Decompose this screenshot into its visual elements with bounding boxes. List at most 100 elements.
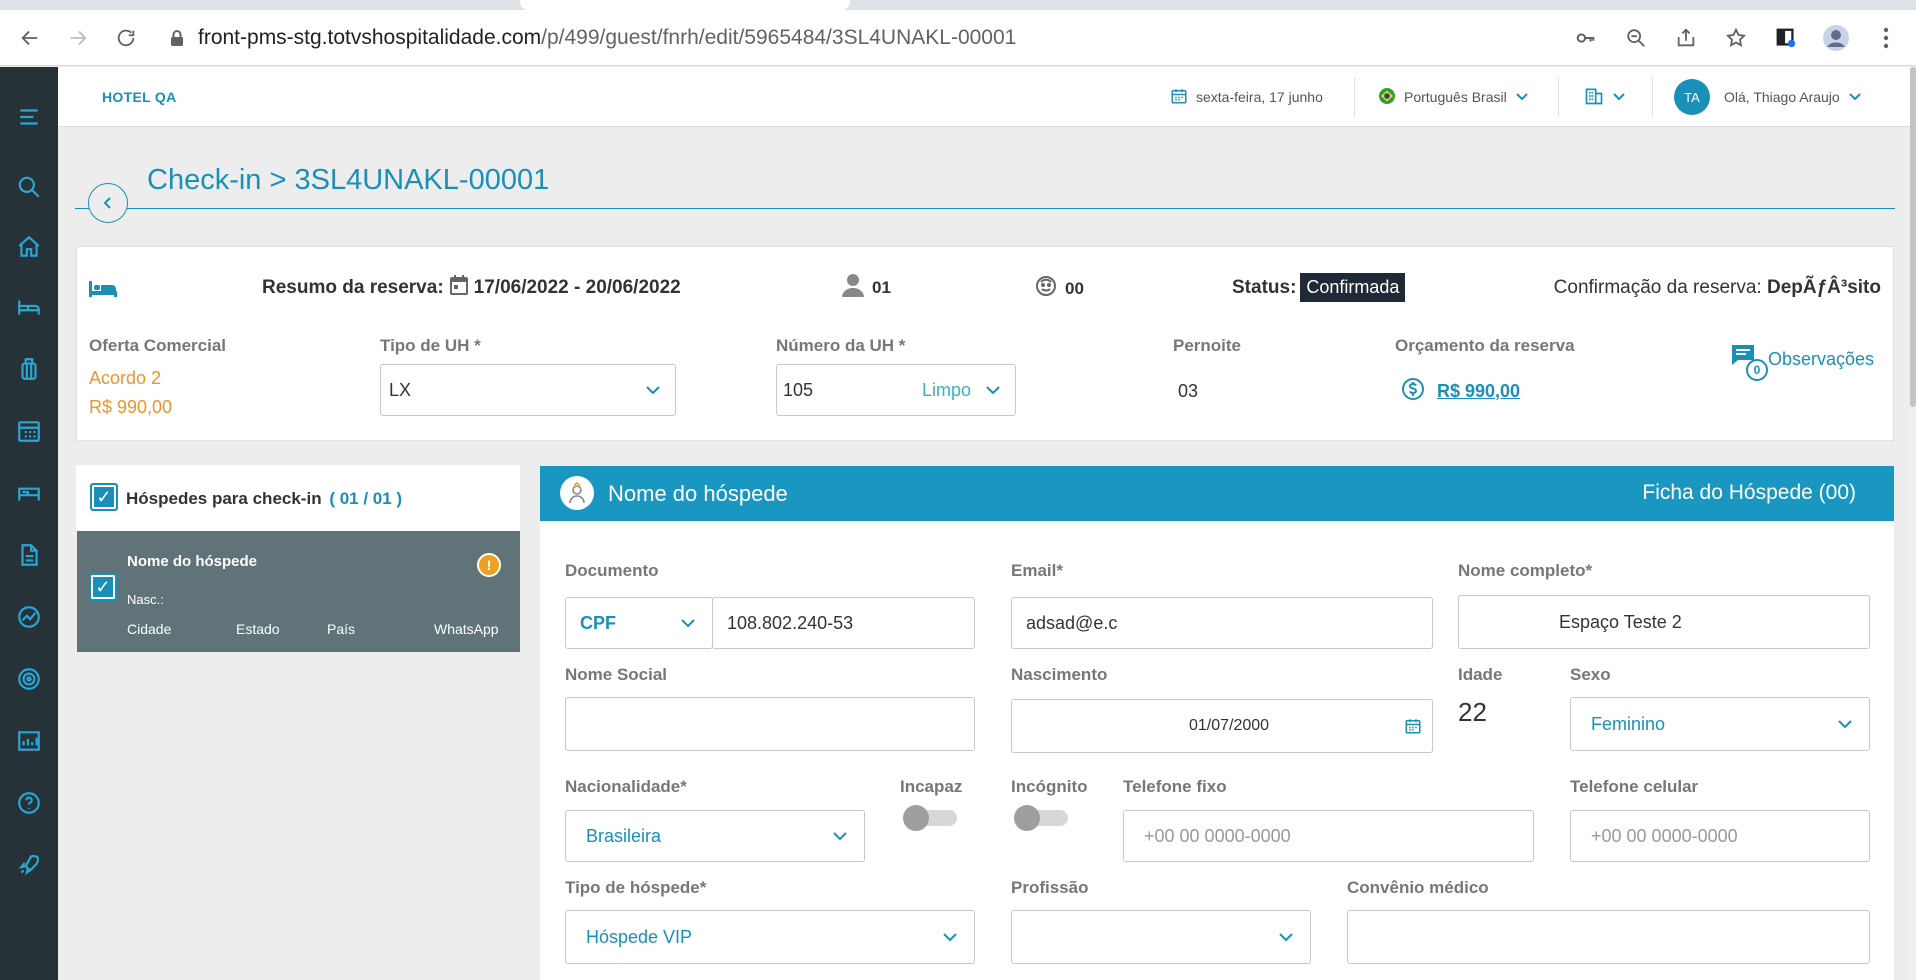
reload-icon[interactable]	[108, 20, 144, 56]
social-name-label: Nome Social	[565, 665, 668, 684]
sex-select[interactable]: Feminino	[1570, 697, 1870, 751]
back-arrow-icon[interactable]	[12, 20, 48, 56]
user-greeting: Olá, Thiago Araujo	[1724, 89, 1840, 105]
toggle-knob	[1014, 805, 1040, 831]
share-icon[interactable]	[1666, 20, 1706, 56]
scrollbar-thumb[interactable]	[1910, 67, 1916, 407]
room-bed-icon[interactable]	[13, 477, 45, 509]
mobile-input[interactable]: +00 00 0000-0000	[1570, 810, 1870, 862]
menu-icon[interactable]	[13, 101, 45, 133]
offer-name: Acordo 2	[89, 368, 162, 388]
forward-arrow-icon[interactable]	[60, 20, 96, 56]
rocket-icon[interactable]	[13, 849, 45, 881]
select-all-guests-checkbox[interactable]: ✓	[90, 483, 118, 511]
guest-checkbox[interactable]: ✓	[89, 573, 117, 601]
profile-icon[interactable]	[1816, 20, 1856, 56]
incognito-toggle[interactable]	[1014, 805, 1072, 831]
target-icon[interactable]	[13, 663, 45, 695]
social-name-input[interactable]	[565, 697, 975, 751]
brazil-flag-icon	[1378, 87, 1396, 108]
menu-dots-icon[interactable]	[1866, 20, 1906, 56]
uh-number-select[interactable]: 105 Limpo	[776, 364, 1016, 416]
bed-icon[interactable]	[13, 291, 45, 323]
hotel-name: HOTEL QA	[102, 89, 177, 105]
header-divider	[1354, 77, 1355, 117]
status-badge: Confirmada	[1300, 273, 1406, 302]
notes-link[interactable]: Observações	[1768, 349, 1874, 370]
child-face-icon	[1035, 275, 1057, 302]
phone-input[interactable]: +00 00 0000-0000	[1123, 810, 1534, 862]
offer-price: R$ 990,00	[89, 397, 173, 417]
page-scrollbar[interactable]	[1910, 67, 1916, 980]
guest-type-select[interactable]: Hóspede VIP	[565, 910, 975, 964]
search-icon[interactable]	[13, 171, 45, 203]
status-label: Status:	[1232, 276, 1297, 298]
guest-card[interactable]: ✓ Nome do hóspede ! Nasc.: Cidade Estado…	[77, 531, 520, 652]
children-value: 00	[1065, 278, 1084, 298]
user-menu[interactable]: TA Olá, Thiago Araujo	[1674, 67, 1862, 127]
guest-form: Documento CPF 108.802.240-53 Email* adsa…	[540, 521, 1894, 980]
confirmation-label: Confirmação da reserva:	[1553, 277, 1762, 298]
reservation-summary-card: Resumo da reserva: 17/06/2022 - 20/06/20…	[76, 246, 1894, 441]
avatar: TA	[1674, 79, 1710, 115]
active-tab[interactable]	[520, 0, 850, 10]
document-number-input[interactable]: 108.802.240-53	[712, 597, 975, 649]
calendar-icon[interactable]	[1404, 716, 1422, 741]
help-icon[interactable]	[13, 787, 45, 819]
calendar-grid-icon[interactable]	[13, 415, 45, 447]
app-sidebar	[0, 67, 58, 980]
property-selector[interactable]	[1584, 67, 1626, 127]
language-selector[interactable]: Português Brasil	[1378, 67, 1529, 127]
page-title: Check-in > 3SL4UNAKL-00001	[147, 164, 550, 196]
incapaz-toggle[interactable]	[903, 805, 961, 831]
calendar-icon	[1170, 87, 1188, 108]
url-bar[interactable]: front-pms-stg.totvshospitalidade.com/p/4…	[170, 20, 1016, 56]
report-chart-icon[interactable]	[13, 725, 45, 757]
toggle-knob	[903, 805, 929, 831]
budget-label: Orçamento da reserva	[1395, 336, 1575, 355]
health-plan-input[interactable]	[1347, 910, 1870, 964]
calendar-icon	[449, 275, 468, 301]
lock-icon	[170, 29, 184, 47]
bookmark-star-icon[interactable]	[1716, 20, 1756, 56]
fullname-input[interactable]: Espaço Teste 2	[1458, 595, 1870, 649]
chart-trend-icon[interactable]	[13, 601, 45, 633]
birth-date-input[interactable]: 01/07/2000	[1011, 699, 1433, 753]
checkmark-icon: ✓	[90, 483, 118, 511]
birth-label: Nascimento	[1011, 665, 1108, 684]
warning-icon: !	[477, 553, 501, 577]
chevron-down-icon	[985, 385, 1001, 395]
extension-icon[interactable]	[1766, 20, 1806, 56]
language-label: Português Brasil	[1404, 89, 1507, 105]
profession-select[interactable]	[1011, 910, 1311, 964]
chevron-down-icon	[645, 385, 661, 395]
guest-type-value: Hóspede VIP	[586, 926, 693, 947]
checkmark-icon: ✓	[89, 573, 117, 601]
zoom-out-icon[interactable]	[1616, 20, 1656, 56]
budget-link[interactable]: R$ 990,00	[1401, 377, 1520, 406]
uh-type-select[interactable]: LX	[380, 364, 676, 416]
back-button[interactable]	[88, 183, 128, 223]
header-divider	[1558, 77, 1559, 117]
bed-icon	[89, 279, 117, 304]
email-input[interactable]: adsad@e.c	[1011, 597, 1433, 649]
guest-whatsapp: WhatsApp	[434, 621, 499, 637]
document-type-select[interactable]: CPF	[565, 597, 713, 649]
incapaz-label: Incapaz	[900, 777, 963, 796]
url-host: front-pms-stg.totvshospitalidade.com	[198, 26, 542, 49]
dollar-circle-icon	[1401, 377, 1425, 406]
document-icon[interactable]	[13, 539, 45, 571]
form-guest-name: Nome do hóspede	[608, 481, 788, 506]
guest-country: País	[327, 621, 356, 637]
home-icon[interactable]	[13, 231, 45, 263]
phone-label: Telefone fixo	[1123, 777, 1227, 796]
title-underline	[75, 208, 1895, 209]
uh-number-label: Número da UH *	[776, 336, 906, 355]
guest-form-header: Nome do hóspede Ficha do Hóspede (00)	[540, 466, 1894, 521]
luggage-icon[interactable]	[13, 353, 45, 385]
sex-value: Feminino	[1591, 713, 1666, 734]
notes-count-badge: 0	[1746, 359, 1768, 381]
reservation-dates: 17/06/2022 - 20/06/2022	[473, 277, 681, 298]
nationality-select[interactable]: Brasileira	[565, 810, 865, 862]
key-icon[interactable]	[1566, 20, 1606, 56]
